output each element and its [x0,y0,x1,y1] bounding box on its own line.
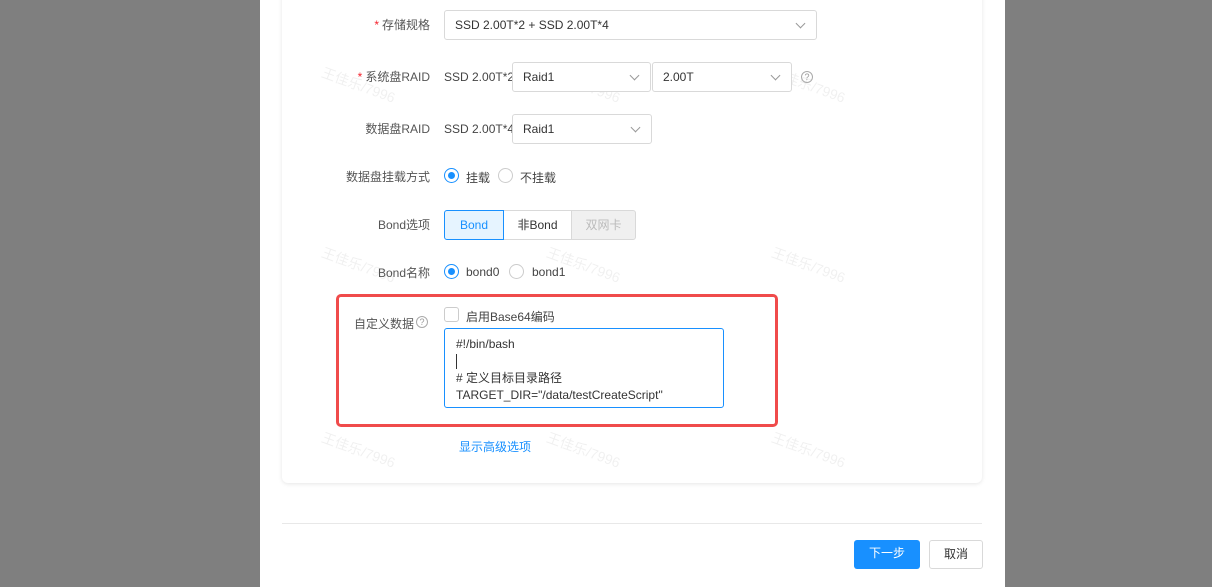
system-size-select[interactable]: 2.00T [652,62,792,92]
data-raid-label: 数据盘RAID [365,122,430,136]
radio-bond0[interactable] [444,264,459,279]
radio-mount-label: 挂载 [466,171,491,185]
radio-bond0-label: bond0 [466,265,500,279]
code-line [456,353,712,370]
storage-spec-select[interactable]: SSD 2.00T*2 + SSD 2.00T*4 [444,10,817,40]
show-advanced-link[interactable]: 显示高级选项 [459,438,531,455]
radio-bond1-label: bond1 [532,265,566,279]
footer-divider [282,523,982,524]
chevron-down-icon [795,18,806,29]
system-disk-text: SSD 2.00T*2 [444,70,515,84]
radio-mount[interactable] [444,168,459,183]
chevron-down-icon [630,122,641,133]
system-raid-label: * 系统盘RAID [357,70,430,84]
mount-mode-label: 数据盘挂载方式 [345,170,430,184]
data-disk-text: SSD 2.00T*4 [444,122,515,136]
help-icon[interactable]: ? [416,316,428,328]
help-icon[interactable]: ? [801,71,813,83]
custom-data-textarea[interactable]: #!/bin/bash # 定义目标目录路径 TARGET_DIR="/data… [444,328,724,408]
segment-bond[interactable]: Bond [444,210,504,240]
code-line: TARGET_DIR="/data/testCreateScript" [456,388,663,402]
base64-checkbox[interactable] [444,307,459,322]
cancel-button[interactable]: 取消 [929,540,983,569]
chevron-down-icon [629,70,640,81]
custom-data-label: 自定义数据 [354,317,415,331]
bond-name-label: Bond名称 [377,266,430,280]
radio-bond1[interactable] [509,264,524,279]
system-raid-select[interactable]: Raid1 [512,62,651,92]
code-line: #!/bin/bash [456,337,515,351]
chevron-down-icon [770,70,781,81]
modal-dialog: 王佳乐/7996 王佳乐/7996 王佳乐/7996 王佳乐/7996 王佳乐/… [260,0,1005,587]
text-cursor [456,354,457,369]
storage-spec-label: * 存储规格 [374,18,430,32]
bond-option-label: Bond选项 [377,218,430,232]
data-raid-select[interactable]: Raid1 [512,114,652,144]
segment-dual-nic: 双网卡 [571,210,636,240]
radio-no-mount-label: 不挂载 [520,171,557,185]
base64-label: 启用Base64编码 [466,310,555,324]
next-button[interactable]: 下一步 [854,540,920,569]
code-line: # 定义目标目录路径 [456,371,563,385]
segment-non-bond[interactable]: 非Bond [504,210,572,240]
radio-no-mount[interactable] [498,168,513,183]
